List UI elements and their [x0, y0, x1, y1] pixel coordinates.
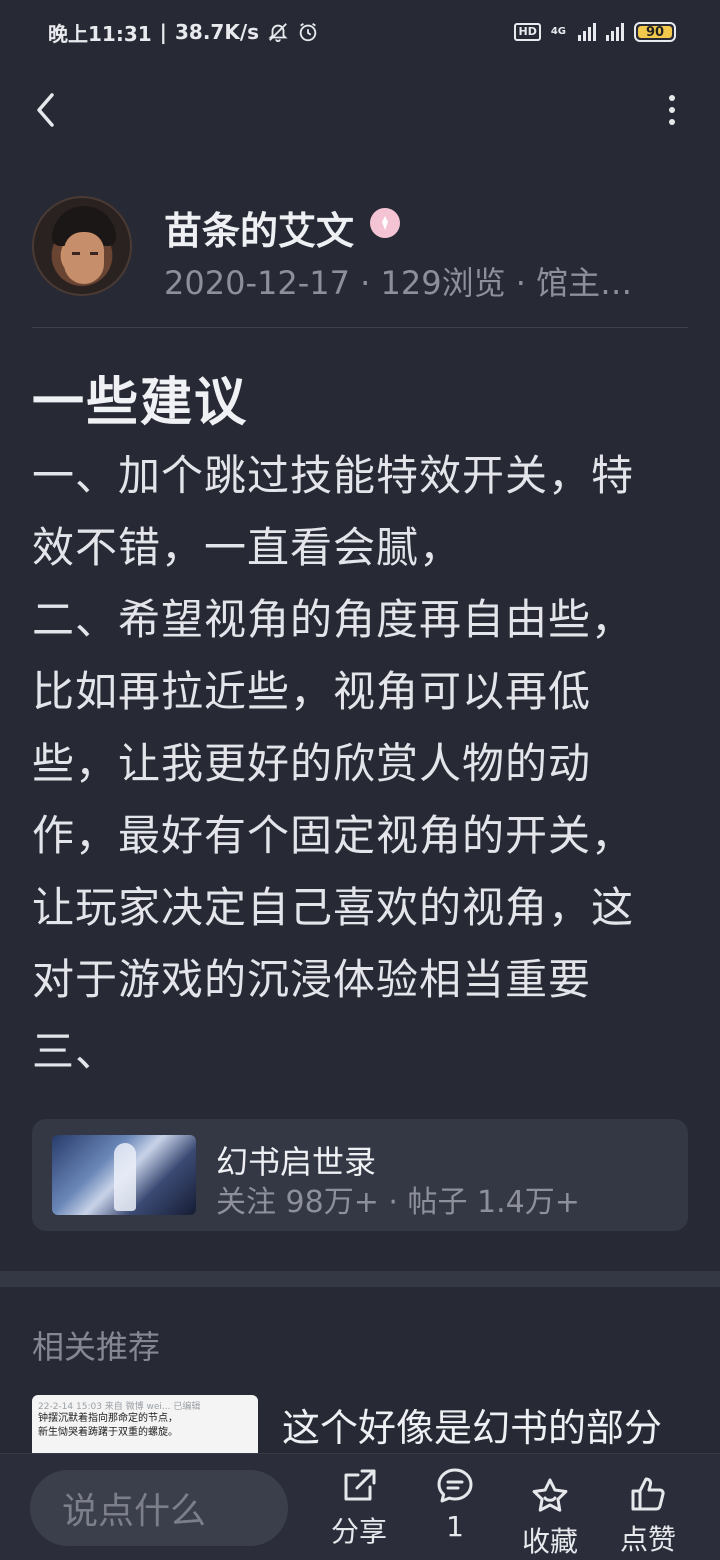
post-body-line: 三、	[32, 1027, 119, 1076]
share-button[interactable]: 分享	[314, 1466, 404, 1550]
share-icon	[339, 1466, 379, 1506]
favorite-button[interactable]: 收藏	[505, 1476, 595, 1560]
post-body-line: 对于游戏的沉浸体验相当重要	[32, 955, 592, 1004]
status-right: HD 4G 90	[514, 22, 676, 42]
more-dot-icon	[669, 119, 675, 125]
network-type: 4G	[550, 26, 566, 37]
user-badge-icon	[370, 208, 400, 238]
post-body-line: 一、加个跳过技能特效开关，特	[32, 451, 635, 500]
forum-thumbnail	[52, 1135, 196, 1215]
avatar-eye	[90, 252, 98, 255]
related-thumb-line: 钟摆沉默着指向那命定的节点，	[38, 1413, 178, 1424]
related-title: 这个好像是幻书的部分	[282, 1406, 663, 1450]
comment-button[interactable]: 1	[410, 1466, 500, 1543]
avatar-face	[64, 232, 104, 284]
status-bar: 晚上11:31 | 38.7K/s HD 4G 90	[0, 0, 720, 64]
favorite-label: 收藏	[521, 1525, 578, 1558]
author-header: 苗条的艾文 2020-12-17 · 129浏览 · 馆主…	[32, 196, 688, 302]
signal-icon-2	[606, 23, 624, 41]
comment-input[interactable]: 说点什么	[30, 1470, 288, 1546]
post-meta: 2020-12-17 · 129浏览 · 馆主…	[164, 264, 633, 302]
status-speed: 38.7K/s	[174, 20, 260, 44]
section-separator	[0, 1271, 720, 1287]
top-nav	[0, 78, 720, 142]
battery-icon: 90	[634, 22, 676, 42]
post-body-line: 作，最好有个固定视角的开关，	[32, 811, 635, 860]
forum-card[interactable]: 幻书启世录 关注 98万+ · 帖子 1.4万+	[32, 1119, 688, 1231]
post-body: 一、加个跳过技能特效开关，特 效不错，一直看会腻， 二、希望视角的角度再自由些，…	[32, 440, 688, 1088]
post-title: 一些建议	[32, 373, 249, 433]
related-thumb-meta: 22-2-14 15:03 来自 微博 wei... 已编辑	[38, 1402, 201, 1412]
like-label: 点赞	[619, 1523, 676, 1556]
status-left: 晚上11:31 | 38.7K/s	[48, 18, 319, 47]
bottom-action-bar: 说点什么 分享 1 收藏 点赞	[0, 1453, 720, 1560]
forum-thumbnail-figure	[114, 1143, 136, 1211]
like-button[interactable]: 点赞	[603, 1474, 693, 1558]
author-name[interactable]: 苗条的艾文	[164, 200, 354, 255]
more-dot-icon	[669, 95, 675, 101]
post-body-line: 二、希望视角的角度再自由些，	[32, 595, 635, 644]
post-body-line: 比如再拉近些，视角可以再低	[32, 667, 592, 716]
divider	[32, 327, 688, 328]
post-body-line: 些，让我更好的欣赏人物的动	[32, 739, 592, 788]
forum-stats: 关注 98万+ · 帖子 1.4万+	[216, 1185, 580, 1220]
back-button[interactable]	[26, 90, 66, 130]
chevron-left-icon	[37, 93, 54, 127]
star-icon	[530, 1476, 570, 1516]
alarm-icon	[297, 21, 319, 43]
hd-badge: HD	[514, 23, 541, 41]
related-heading: 相关推荐	[32, 1328, 161, 1366]
avatar-eye	[72, 252, 80, 255]
avatar[interactable]	[32, 196, 132, 296]
status-separator: |	[159, 20, 167, 44]
post-body-line: 让玩家决定自己喜欢的视角，这	[32, 883, 635, 932]
comment-count: 1	[446, 1510, 464, 1543]
status-time: 晚上11:31	[48, 21, 152, 46]
related-thumb-line: 新生恸哭着踌躇于双重的螺旋。	[38, 1427, 178, 1438]
more-dot-icon	[669, 107, 675, 113]
post-body-line: 效不错，一直看会腻，	[32, 523, 463, 572]
thumbs-up-icon	[628, 1474, 668, 1514]
more-options-button[interactable]	[662, 90, 682, 130]
battery-level: 90	[645, 24, 665, 40]
share-label: 分享	[330, 1515, 387, 1548]
comment-icon	[435, 1466, 475, 1506]
mute-bell-icon	[267, 21, 289, 43]
signal-icon	[578, 23, 596, 41]
